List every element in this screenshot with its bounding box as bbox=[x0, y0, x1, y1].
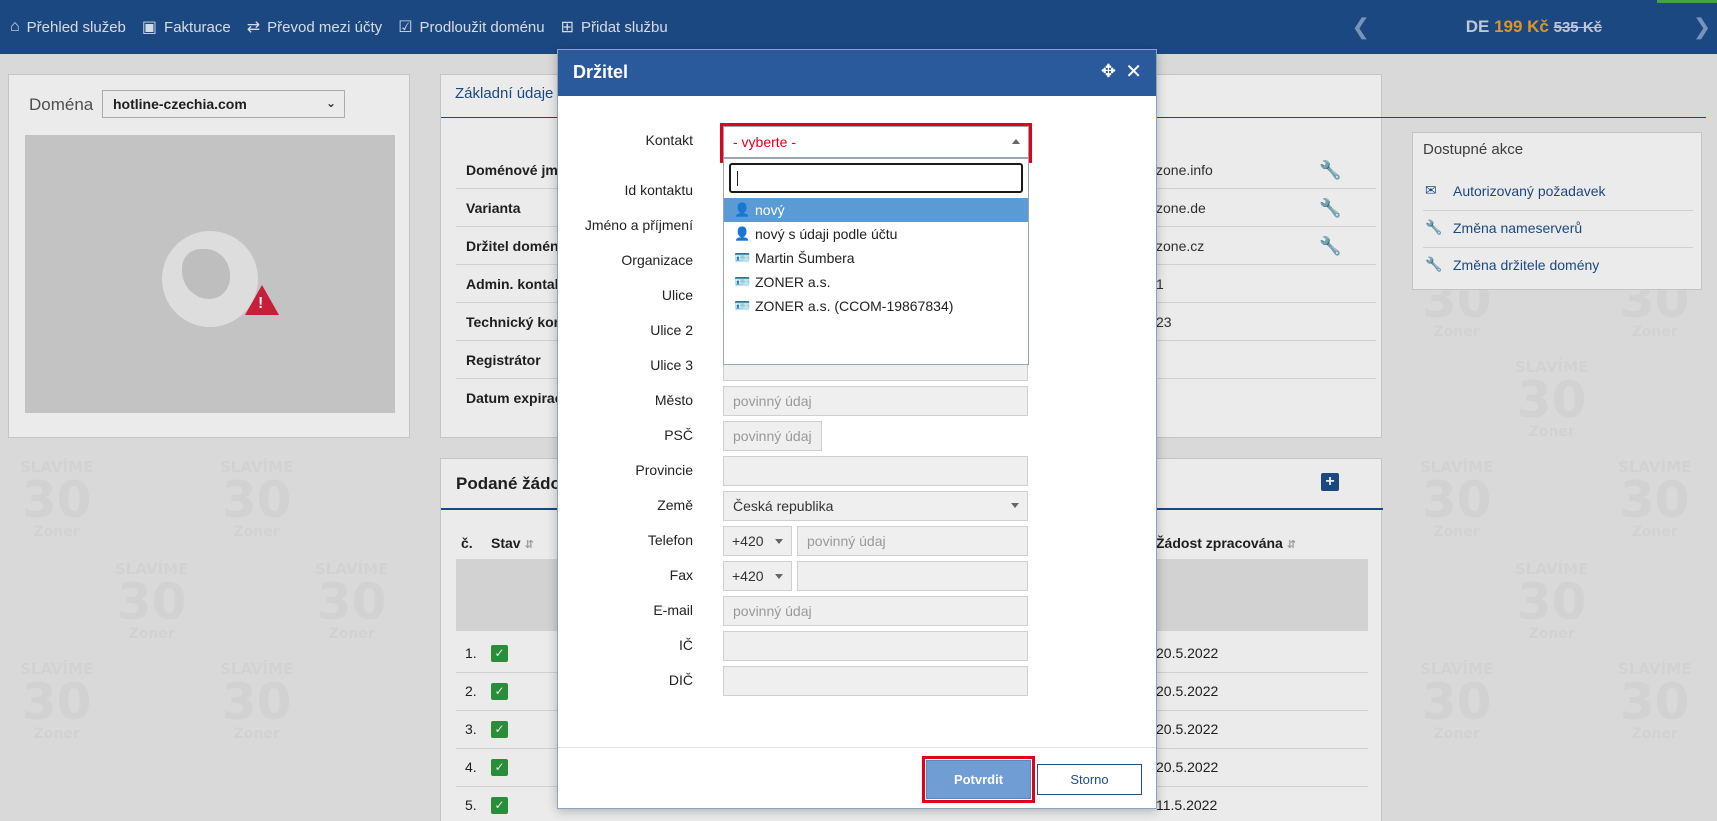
label-name: Jméno a příjmení bbox=[584, 217, 693, 233]
country-select[interactable]: Česká republika bbox=[723, 491, 1028, 521]
label-phone: Telefon bbox=[647, 532, 693, 548]
label-zip: PSČ bbox=[664, 427, 693, 443]
fax-input[interactable] bbox=[797, 561, 1028, 591]
label-street3: Ulice 3 bbox=[650, 357, 693, 373]
email-input[interactable]: povinný údaj bbox=[723, 596, 1028, 626]
caret-down-icon bbox=[775, 539, 783, 544]
label-email: E-mail bbox=[653, 602, 693, 618]
user-plus-icon: 👤 bbox=[734, 202, 751, 217]
id-card-icon: 🪪 bbox=[734, 274, 751, 289]
contact-option-new-from-account[interactable]: 👤 nový s údaji podle účtu bbox=[724, 222, 1028, 246]
contact-option-new[interactable]: 👤 nový bbox=[724, 198, 1028, 222]
dialog-title: Držitel bbox=[573, 62, 629, 82]
holder-dialog: Držitel ✥ ✕ Kontakt Id kontaktu Jméno a … bbox=[557, 49, 1157, 809]
province-input[interactable] bbox=[723, 456, 1028, 486]
cancel-button[interactable]: Storno bbox=[1037, 764, 1142, 795]
dic-input[interactable] bbox=[723, 666, 1028, 696]
caret-down-icon bbox=[775, 574, 783, 579]
contact-option-zoner-ccom[interactable]: 🪪 ZONER a.s. (CCOM-19867834) bbox=[724, 294, 1028, 318]
label-fax: Fax bbox=[669, 567, 693, 583]
fax-code-select[interactable]: +420 bbox=[723, 561, 792, 591]
label-street2: Ulice 2 bbox=[650, 322, 693, 338]
contact-option-zoner[interactable]: 🪪 ZONER a.s. bbox=[724, 270, 1028, 294]
confirm-button[interactable]: Potvrdit bbox=[926, 760, 1031, 799]
label-province: Provincie bbox=[635, 462, 693, 478]
caret-up-icon bbox=[1012, 139, 1020, 144]
city-input[interactable]: povinný údaj bbox=[723, 386, 1028, 416]
phone-input[interactable]: povinný údaj bbox=[797, 526, 1028, 556]
label-dic: DIČ bbox=[668, 672, 693, 688]
user-plus-icon: 👤 bbox=[734, 226, 751, 241]
contact-search-input[interactable] bbox=[729, 163, 1023, 193]
zip-input[interactable]: povinný údaj bbox=[723, 421, 822, 451]
contact-dropdown: 👤 nový 👤 nový s údaji podle účtu 🪪 Martin Š… bbox=[723, 158, 1029, 365]
label-contact-id: Id kontaktu bbox=[624, 182, 694, 198]
close-icon[interactable]: ✕ bbox=[1125, 59, 1142, 84]
phone-code-select[interactable]: +420 bbox=[723, 526, 792, 556]
label-country: Země bbox=[657, 497, 693, 513]
ic-input[interactable] bbox=[723, 631, 1028, 661]
id-card-icon: 🪪 bbox=[734, 298, 751, 313]
contact-option-martin[interactable]: 🪪 Martin Šumbera bbox=[724, 246, 1028, 270]
move-icon[interactable]: ✥ bbox=[1101, 61, 1116, 82]
label-organization: Organizace bbox=[621, 252, 693, 268]
caret-down-icon bbox=[1011, 503, 1019, 508]
id-card-icon: 🪪 bbox=[734, 250, 751, 265]
contact-select[interactable]: - vyberte - bbox=[723, 126, 1029, 158]
dialog-header[interactable]: Držitel ✥ ✕ bbox=[558, 50, 1156, 96]
label-street: Ulice bbox=[661, 287, 693, 303]
label-kontakt: Kontakt bbox=[645, 132, 693, 148]
label-ic: IČ bbox=[679, 637, 693, 653]
label-city: Město bbox=[654, 392, 693, 408]
